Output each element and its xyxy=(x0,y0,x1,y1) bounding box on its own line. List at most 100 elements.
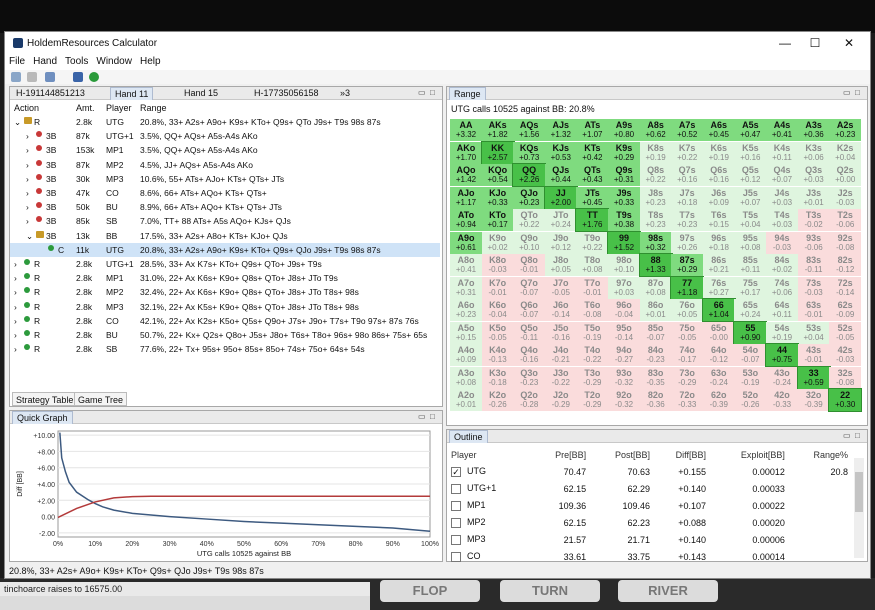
range-cell[interactable]: J7o -0.05 xyxy=(544,276,577,299)
range-cell[interactable]: J4s +0.03 xyxy=(766,186,798,209)
range-cell[interactable]: KJs +0.53 xyxy=(544,141,577,164)
range-cell[interactable]: A3s +0.36 xyxy=(797,119,830,141)
tab-hand-1[interactable]: H-191144851213 xyxy=(12,87,89,100)
range-cell[interactable]: 98o +0.10 xyxy=(608,254,640,276)
range-cell[interactable]: 55 +0.90 xyxy=(733,320,768,345)
outline-row[interactable]: CO 33.61 33.75 +0.143 0.00014 xyxy=(451,548,851,565)
maximize-outline-icon[interactable]: □ xyxy=(855,431,860,440)
range-cell[interactable]: K4o -0.13 xyxy=(481,344,514,366)
range-cell[interactable]: 42o -0.33 xyxy=(766,389,798,411)
range-cell[interactable]: Q7s +0.16 xyxy=(671,164,704,186)
hand-row[interactable]: › R 2.8k CO 42.1%, 22+ Ax K2s+ K5o+ Q5s+ Q9o… xyxy=(10,314,440,328)
range-cell[interactable]: AQo +1.42 xyxy=(450,164,482,186)
range-cell[interactable]: Q6o -0.07 xyxy=(513,299,546,321)
range-cell[interactable]: 75o -0.05 xyxy=(671,321,704,344)
range-cell[interactable]: J4o -0.21 xyxy=(544,344,577,366)
range-cell[interactable]: 43o -0.24 xyxy=(766,366,798,389)
player-checkbox[interactable] xyxy=(451,517,461,528)
range-cell[interactable]: 75s +0.17 xyxy=(734,276,767,299)
range-cell[interactable]: 62o -0.39 xyxy=(702,389,735,411)
range-cell[interactable]: 66 +1.04 xyxy=(701,298,736,322)
hand-row[interactable]: › R 2.8k MP3 32.1%, 22+ Ax K5s+ K9o+ Q8s+ QT… xyxy=(10,300,440,314)
range-cell[interactable]: AJs +1.32 xyxy=(544,119,577,141)
expand-icon[interactable]: › xyxy=(26,131,29,141)
range-cell[interactable]: A9o +0.61 xyxy=(450,231,482,254)
expand-icon[interactable]: › xyxy=(14,344,17,354)
hand-row[interactable]: › 3B 50k BU 8.9%, 66+ ATs+ AQo+ KTs+ QTs+ JT… xyxy=(10,200,440,214)
range-cell[interactable]: JTs +0.45 xyxy=(576,186,609,209)
range-cell[interactable]: 85s +0.11 xyxy=(734,254,767,276)
range-cell[interactable]: Q7o -0.07 xyxy=(513,276,546,299)
range-cell[interactable]: A2o +0.01 xyxy=(450,389,482,411)
range-cell[interactable]: 83o -0.35 xyxy=(639,366,672,389)
player-checkbox[interactable] xyxy=(451,483,461,494)
range-cell[interactable]: T4s +0.03 xyxy=(766,209,798,231)
range-cell[interactable]: 99 +1.52 xyxy=(607,230,641,255)
range-cell[interactable]: Q8s +0.22 xyxy=(639,164,672,186)
range-cell[interactable]: QJs +0.44 xyxy=(544,164,577,186)
range-cell[interactable]: 96o -0.04 xyxy=(608,299,640,321)
expand-icon[interactable]: › xyxy=(14,273,17,283)
range-cell[interactable]: T7s +0.23 xyxy=(671,209,704,231)
range-cell[interactable]: A5s +0.47 xyxy=(734,119,767,141)
range-cell[interactable]: 94s -0.03 xyxy=(766,231,798,254)
range-cell[interactable]: KK +2.57 xyxy=(480,140,515,165)
range-cell[interactable]: 92o -0.32 xyxy=(608,389,640,411)
tab-strategy-table[interactable]: Strategy Table xyxy=(12,392,78,406)
range-cell[interactable]: T6o -0.08 xyxy=(576,299,609,321)
range-cell[interactable]: 76s +0.27 xyxy=(702,276,735,299)
range-cell[interactable]: 72o -0.33 xyxy=(671,389,704,411)
hand-row[interactable]: › R 2.8k BU 50.7%, 22+ Kx+ Q2s+ Q8o+ J5s+ J8… xyxy=(10,328,440,342)
range-cell[interactable]: K4s +0.11 xyxy=(766,141,798,164)
range-cell[interactable]: KQo +0.54 xyxy=(481,164,514,186)
range-cell[interactable]: 87o +0.08 xyxy=(639,276,672,299)
range-cell[interactable]: K3o -0.18 xyxy=(481,366,514,389)
range-cell[interactable]: 93o -0.32 xyxy=(608,366,640,389)
hand-row[interactable]: › 3B 30k MP3 10.6%, 55+ ATs+ AJo+ KTs+ QTs+ … xyxy=(10,172,440,186)
outline-row[interactable]: MP2 62.15 62.23 +0.088 0.00020 xyxy=(451,514,851,531)
menu-file[interactable]: File xyxy=(5,54,29,69)
expand-icon[interactable]: › xyxy=(14,259,17,269)
range-cell[interactable]: J8s +0.23 xyxy=(639,186,672,209)
range-cell[interactable]: AKs +1.82 xyxy=(481,119,514,141)
range-cell[interactable]: A7o +0.31 xyxy=(450,276,482,299)
range-cell[interactable]: J9o +0.12 xyxy=(544,231,577,254)
range-cell[interactable]: A9s +0.80 xyxy=(608,119,640,141)
scroll-thumb[interactable] xyxy=(855,472,863,512)
tab-hand-11[interactable]: Hand 11 xyxy=(110,87,154,100)
range-cell[interactable]: 88 +1.33 xyxy=(638,253,673,277)
minimize-outline-icon[interactable]: ▭ xyxy=(843,431,851,440)
expand-icon[interactable]: › xyxy=(26,188,29,198)
range-cell[interactable]: A4s +0.41 xyxy=(766,119,798,141)
range-cell[interactable]: KQs +0.73 xyxy=(513,141,546,164)
range-cell[interactable]: 54s +0.19 xyxy=(766,321,798,344)
range-cell[interactable]: 97o +0.03 xyxy=(608,276,640,299)
range-cell[interactable]: Q4o -0.16 xyxy=(513,344,546,366)
range-cell[interactable]: 76o +0.05 xyxy=(671,299,704,321)
tab-hand-4[interactable]: H-17735056158 xyxy=(250,87,323,100)
range-cell[interactable]: 63s -0.01 xyxy=(797,299,830,321)
range-cell[interactable]: T7o -0.01 xyxy=(576,276,609,299)
range-cell[interactable]: 93s -0.06 xyxy=(797,231,830,254)
range-cell[interactable]: 53s +0.04 xyxy=(797,321,830,344)
range-cell[interactable]: QTo +0.22 xyxy=(513,209,546,231)
range-cell[interactable]: 92s -0.08 xyxy=(829,231,862,254)
range-cell[interactable]: J3o -0.22 xyxy=(544,366,577,389)
hand-row[interactable]: ⌄ R 2.8k UTG 20.8%, 33+ A2s+ A9o+ K9s+ KTo+ … xyxy=(10,115,440,129)
range-cell[interactable]: A5o +0.15 xyxy=(450,321,482,344)
range-cell[interactable]: KJo +0.33 xyxy=(481,186,514,209)
range-cell[interactable]: Q4s +0.07 xyxy=(766,164,798,186)
hand-row[interactable]: › 3B 153k MP1 3.5%, QQ+ AQs+ A5s-A4s AKo xyxy=(10,143,440,157)
range-cell[interactable]: 74o -0.17 xyxy=(671,344,704,366)
tab-game-tree[interactable]: Game Tree xyxy=(74,392,128,406)
range-cell[interactable]: T3s -0.02 xyxy=(797,209,830,231)
range-cell[interactable]: 86s +0.21 xyxy=(702,254,735,276)
player-checkbox[interactable] xyxy=(451,551,461,562)
outline-row[interactable]: MP1 109.36 109.46 +0.107 0.00022 xyxy=(451,497,851,514)
river-button[interactable]: RIVER xyxy=(618,580,718,602)
range-cell[interactable]: 77 +1.18 xyxy=(670,275,705,300)
hand-row[interactable]: ⌄ 3B 13k BB 17.5%, 33+ A2s+ A8o+ KTs+ KJo+ Q… xyxy=(10,229,440,243)
export-icon[interactable] xyxy=(73,72,83,82)
range-cell[interactable]: QQ +2.26 xyxy=(512,163,547,187)
range-cell[interactable]: J8o +0.05 xyxy=(544,254,577,276)
